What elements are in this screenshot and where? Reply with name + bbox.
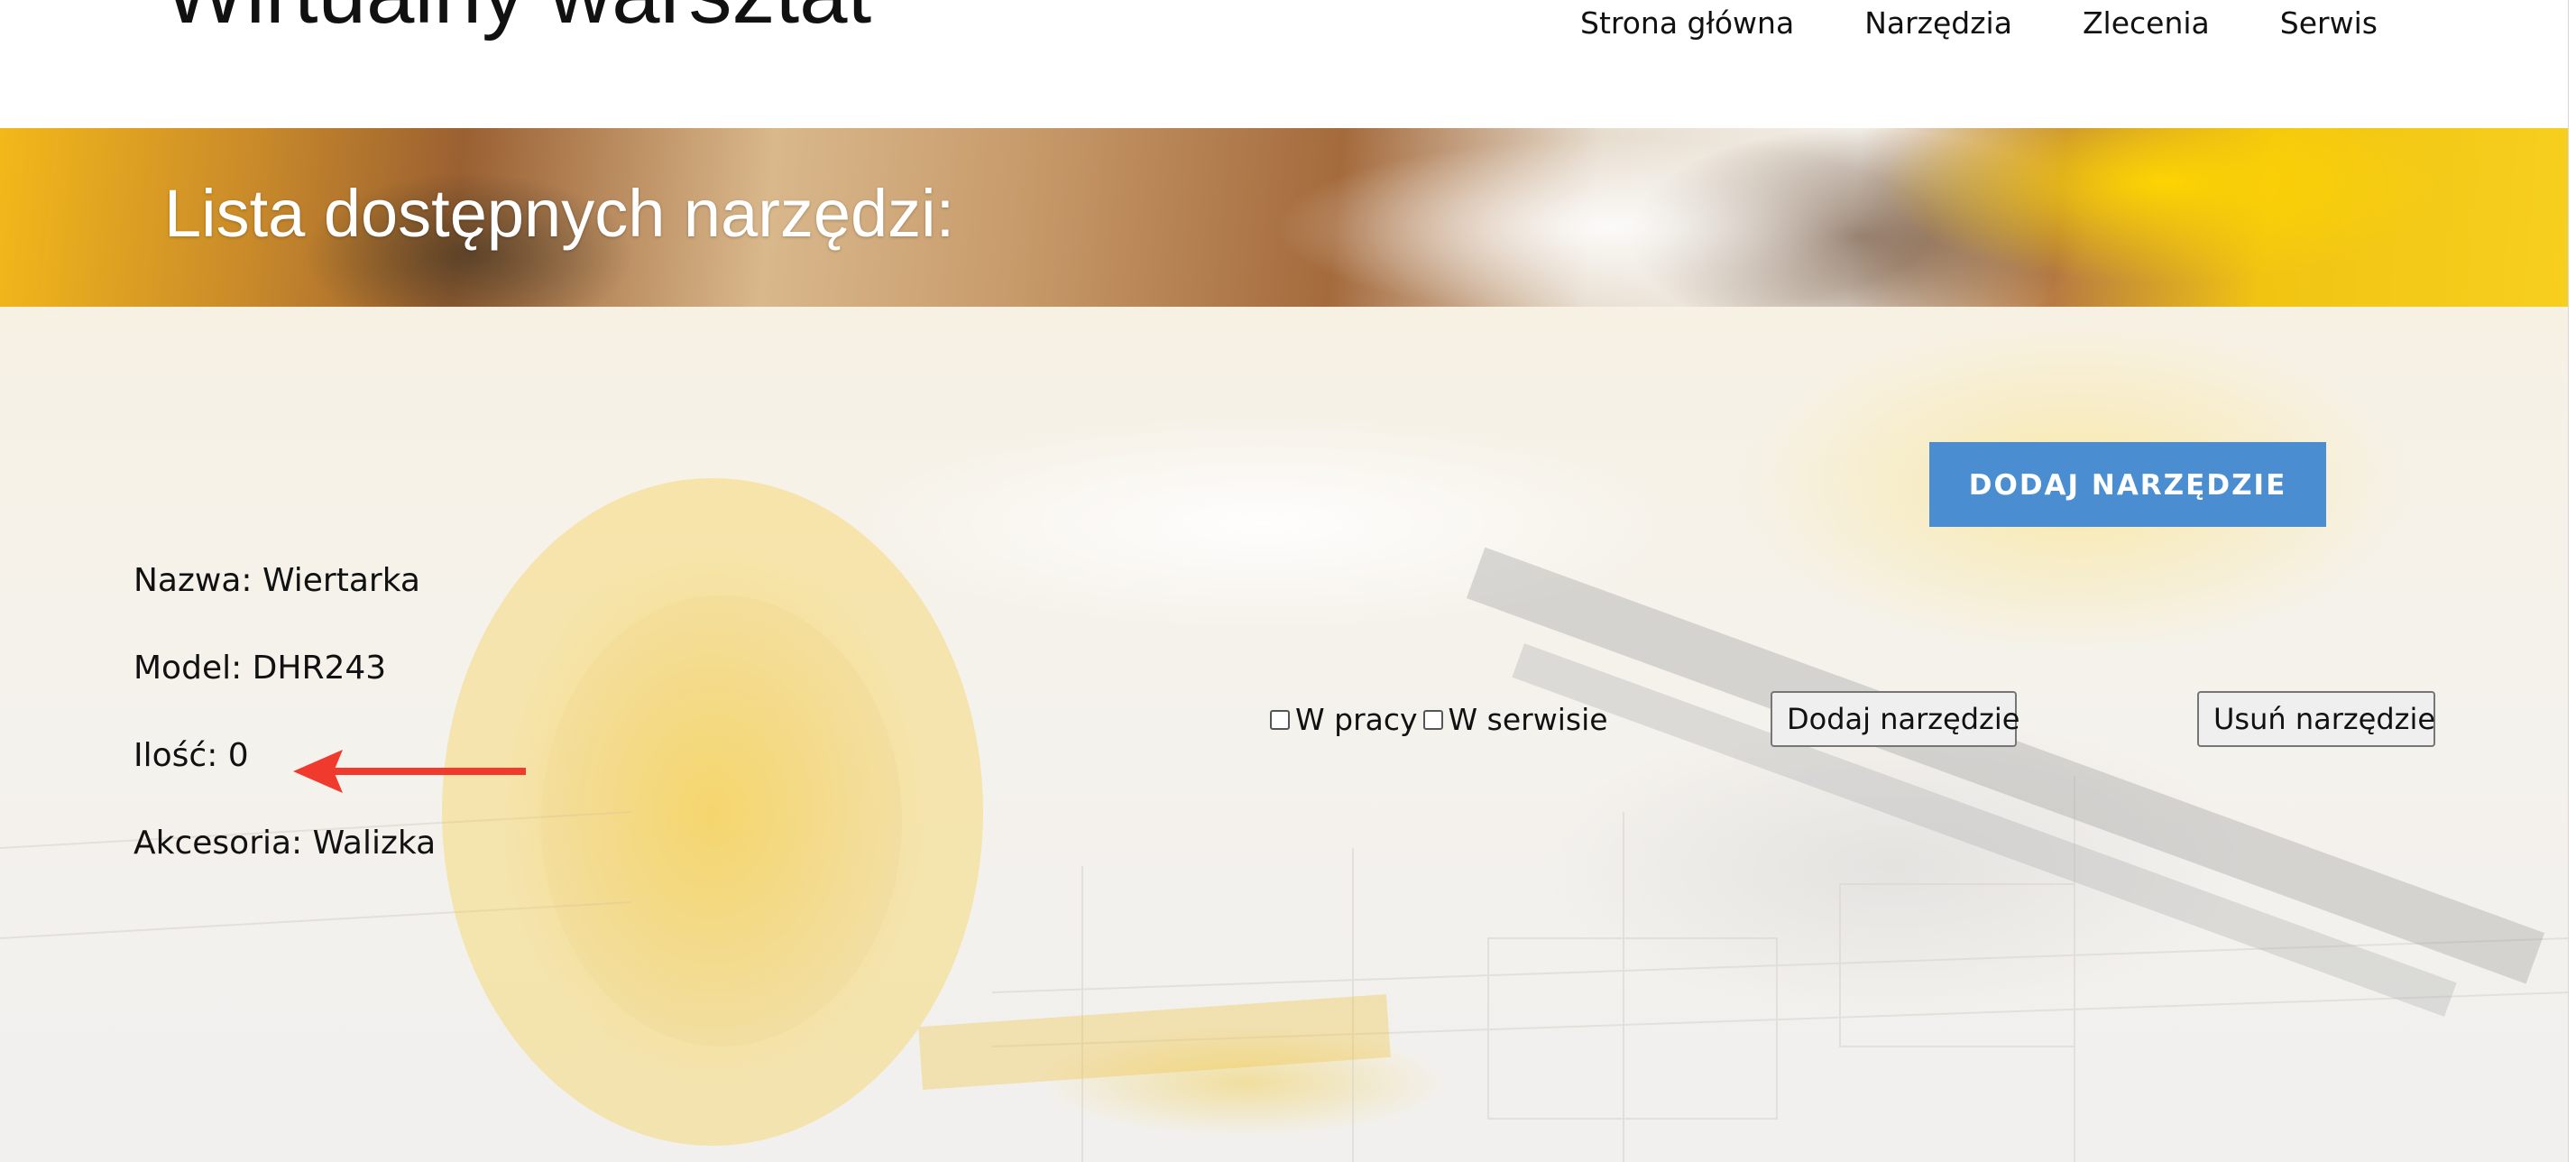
tool-accessories: Akcesoria: Walizka — [133, 825, 437, 862]
in-use-label: W pracy — [1295, 702, 1418, 737]
in-service-checkbox[interactable] — [1422, 709, 1443, 730]
red-arrow-annotation — [293, 750, 526, 793]
add-tool-button[interactable]: Dodaj narzędzie — [1771, 691, 2019, 747]
page-heading: Lista dostępnych narzędzi: — [164, 176, 955, 251]
nav-item-service[interactable]: Serwis — [2280, 5, 2378, 41]
remove-tool-button[interactable]: Usuń narzędzie — [2197, 691, 2435, 747]
nav-item-orders[interactable]: Zlecenia — [2083, 5, 2210, 41]
nav-item-home[interactable]: Strona główna — [1580, 5, 1794, 41]
status-checkboxes: W pracy W serwisie — [1270, 702, 1614, 737]
site-header: Wirtualny warsztat Strona główna Narzędz… — [0, 0, 2569, 128]
in-service-option[interactable]: W serwisie — [1422, 702, 1608, 737]
tools-list-section: Nazwa: Wiertarka Model: DHR243 Ilość: 0 … — [0, 307, 2569, 1162]
window-scrollbar-edge[interactable] — [2568, 0, 2576, 1162]
site-title: Wirtualny warsztat — [164, 0, 871, 43]
tool-name: Nazwa: Wiertarka — [133, 562, 420, 599]
in-use-option[interactable]: W pracy — [1270, 702, 1418, 737]
in-service-label: W serwisie — [1448, 702, 1608, 737]
tool-details: Nazwa: Wiertarka Model: DHR243 Ilość: 0 … — [133, 559, 436, 909]
in-use-checkbox[interactable] — [1270, 709, 1290, 730]
nav-item-tools[interactable]: Narzędzia — [1864, 5, 2012, 41]
hero-banner: Lista dostępnych narzędzi: — [0, 128, 2569, 307]
main-nav: Strona główna Narzędzia Zlecenia Serwis — [1580, 5, 2378, 41]
add-tool-primary-button[interactable]: DODAJ NARZĘDZIE — [1929, 442, 2326, 527]
tool-model: Model: DHR243 — [133, 650, 387, 687]
